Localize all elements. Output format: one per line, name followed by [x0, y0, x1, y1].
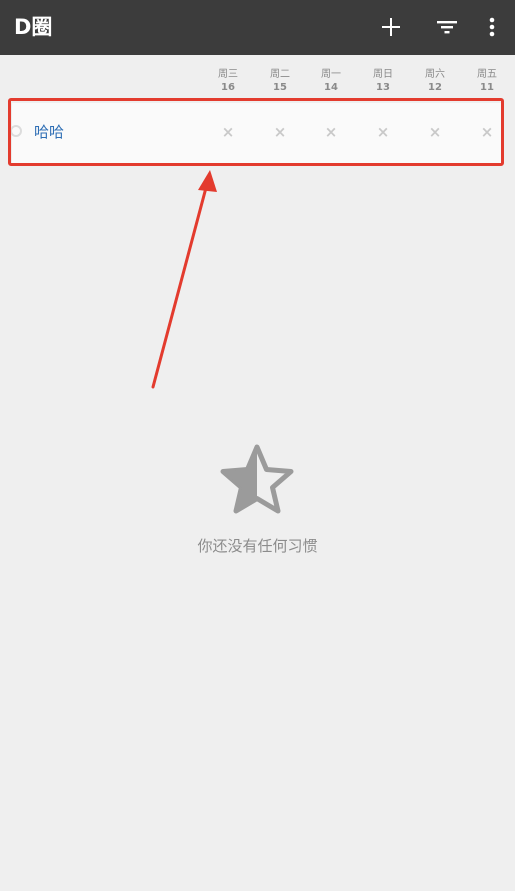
empty-state-message: 你还没有任何习惯 — [197, 537, 318, 555]
app-title: D圈 — [14, 15, 53, 39]
day-date: 12 — [428, 82, 442, 93]
day-weekday: 周一 — [321, 69, 341, 80]
half-star-icon — [220, 444, 294, 514]
day-date: 15 — [273, 82, 287, 93]
day-header: 周五 11 — [467, 68, 507, 94]
day-header: 周日 13 — [363, 68, 403, 94]
day-weekday: 周二 — [270, 69, 290, 80]
day-headers: 周三 16 周二 15 周一 14 周日 13 周六 12 周五 11 — [0, 68, 515, 98]
day-weekday: 周日 — [373, 69, 393, 80]
highlight-box — [8, 98, 504, 166]
day-date: 11 — [480, 82, 494, 93]
day-date: 14 — [324, 82, 338, 93]
day-weekday: 周三 — [218, 69, 238, 80]
day-header: 周二 15 — [260, 68, 300, 94]
day-header: 周一 14 — [311, 68, 351, 94]
day-header: 周三 16 — [208, 68, 248, 94]
day-weekday: 周五 — [477, 69, 497, 80]
day-date: 13 — [376, 82, 390, 93]
filter-icon[interactable] — [432, 12, 462, 42]
day-date: 16 — [221, 82, 235, 93]
more-vertical-icon[interactable] — [477, 12, 507, 42]
app-bar: D圈 — [0, 0, 515, 55]
day-header: 周六 12 — [415, 68, 455, 94]
add-icon[interactable] — [376, 12, 406, 42]
day-weekday: 周六 — [425, 69, 445, 80]
